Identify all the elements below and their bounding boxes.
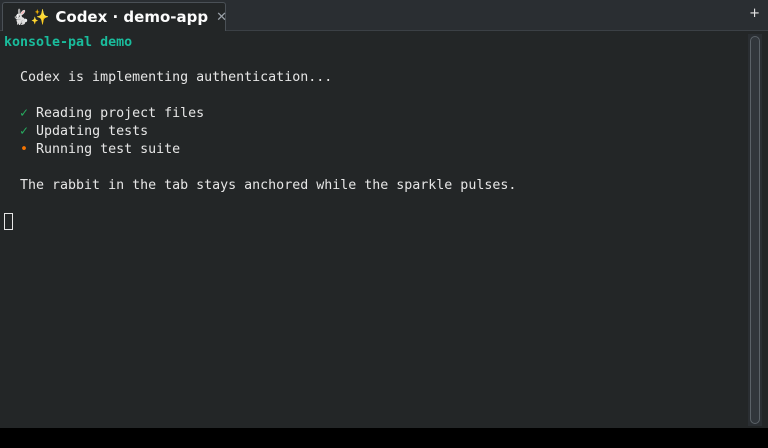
sparkle-icon: ✨ bbox=[30, 7, 50, 26]
bullet-icon: • bbox=[20, 142, 29, 157]
check-icon: ✓ bbox=[20, 124, 29, 139]
task-item: ✓ Updating tests bbox=[4, 123, 148, 141]
check-icon: ✓ bbox=[20, 106, 29, 121]
tab-icon-group: 🐇 ✨ bbox=[11, 7, 50, 26]
task-item: ✓ Reading project files bbox=[4, 105, 204, 123]
text-cursor bbox=[4, 213, 13, 230]
terminal-output[interactable]: konsole-pal demo Codex is implementing a… bbox=[0, 32, 744, 428]
task-label: Updating tests bbox=[28, 124, 149, 139]
note-line: The rabbit in the tab stays anchored whi… bbox=[4, 178, 517, 193]
new-tab-button[interactable]: + bbox=[749, 7, 760, 20]
task-label: Reading project files bbox=[28, 106, 205, 121]
status-line: Codex is implementing authentication... bbox=[4, 70, 333, 85]
terminal-window: 🐇 ✨ Codex · demo-app ✕ + konsole-pal dem… bbox=[0, 0, 768, 428]
scrollbar[interactable] bbox=[748, 34, 762, 426]
rabbit-icon: 🐇 bbox=[11, 7, 30, 26]
tab-codex-demo-app[interactable]: 🐇 ✨ Codex · demo-app ✕ bbox=[2, 2, 227, 31]
scrollbar-thumb[interactable] bbox=[750, 36, 760, 424]
close-icon[interactable]: ✕ bbox=[216, 11, 227, 24]
title-line: konsole-pal demo bbox=[4, 35, 133, 50]
tab-bar: 🐇 ✨ Codex · demo-app ✕ + bbox=[0, 0, 768, 31]
task-item: • Running test suite bbox=[4, 141, 180, 159]
tab-title: Codex · demo-app bbox=[55, 8, 209, 26]
task-label: Running test suite bbox=[28, 142, 181, 157]
